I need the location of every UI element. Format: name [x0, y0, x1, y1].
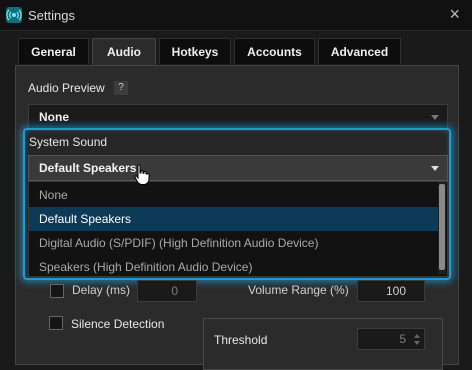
- window-title: Settings: [28, 8, 75, 23]
- audio-preview-label: Audio Preview: [28, 81, 105, 95]
- spin-down-icon[interactable]: [414, 341, 420, 345]
- tab-advanced[interactable]: Advanced: [318, 38, 401, 64]
- volume-range-value: 100: [385, 284, 406, 298]
- threshold-value: 5: [399, 332, 406, 346]
- chevron-down-icon: [431, 166, 439, 171]
- volume-range-label: Volume Range (%): [248, 283, 349, 297]
- help-icon[interactable]: ?: [114, 81, 128, 95]
- tab-hotkeys[interactable]: Hotkeys: [159, 38, 231, 64]
- delay-input[interactable]: 0: [137, 280, 197, 302]
- title-bar: Settings ×: [0, 0, 472, 31]
- dropdown-option-none[interactable]: None: [29, 183, 439, 207]
- system-sound-label: System Sound: [29, 135, 108, 149]
- delay-label: Delay (ms): [72, 283, 131, 297]
- delay-value: 0: [171, 284, 178, 298]
- dropdown-option-digital-audio[interactable]: Digital Audio (S/PDIF) (High Definition …: [29, 231, 439, 255]
- close-icon[interactable]: ×: [449, 4, 460, 24]
- dropdown-option-speakers[interactable]: Speakers (High Definition Audio Device): [29, 255, 439, 279]
- dropdown-option-default-speakers[interactable]: Default Speakers: [29, 207, 439, 231]
- delay-checkbox[interactable]: [50, 284, 64, 298]
- hand-cursor-icon: [134, 164, 150, 185]
- dropdown-scrollbar[interactable]: [438, 182, 446, 274]
- silence-detection-label: Silence Detection: [71, 317, 165, 331]
- volume-range-input[interactable]: 100: [357, 280, 425, 302]
- spin-up-icon[interactable]: [414, 334, 420, 338]
- audio-preview-value: None: [39, 110, 69, 124]
- system-sound-dropdown: None Default Speakers Digital Audio (S/P…: [28, 181, 448, 277]
- tab-general[interactable]: General: [18, 38, 89, 64]
- system-sound-value: Default Speakers: [39, 161, 137, 175]
- threshold-input[interactable]: 5: [357, 328, 425, 350]
- scrollbar-thumb[interactable]: [439, 184, 445, 270]
- silence-detection-checkbox[interactable]: [49, 316, 63, 330]
- app-broadcast-icon: [6, 7, 22, 23]
- tab-audio[interactable]: Audio: [92, 38, 156, 66]
- audio-preview-select[interactable]: None: [28, 104, 448, 130]
- threshold-label: Threshold: [214, 333, 268, 347]
- system-sound-select[interactable]: Default Speakers: [28, 155, 448, 181]
- chevron-down-icon: [431, 115, 439, 120]
- tab-accounts[interactable]: Accounts: [234, 38, 315, 64]
